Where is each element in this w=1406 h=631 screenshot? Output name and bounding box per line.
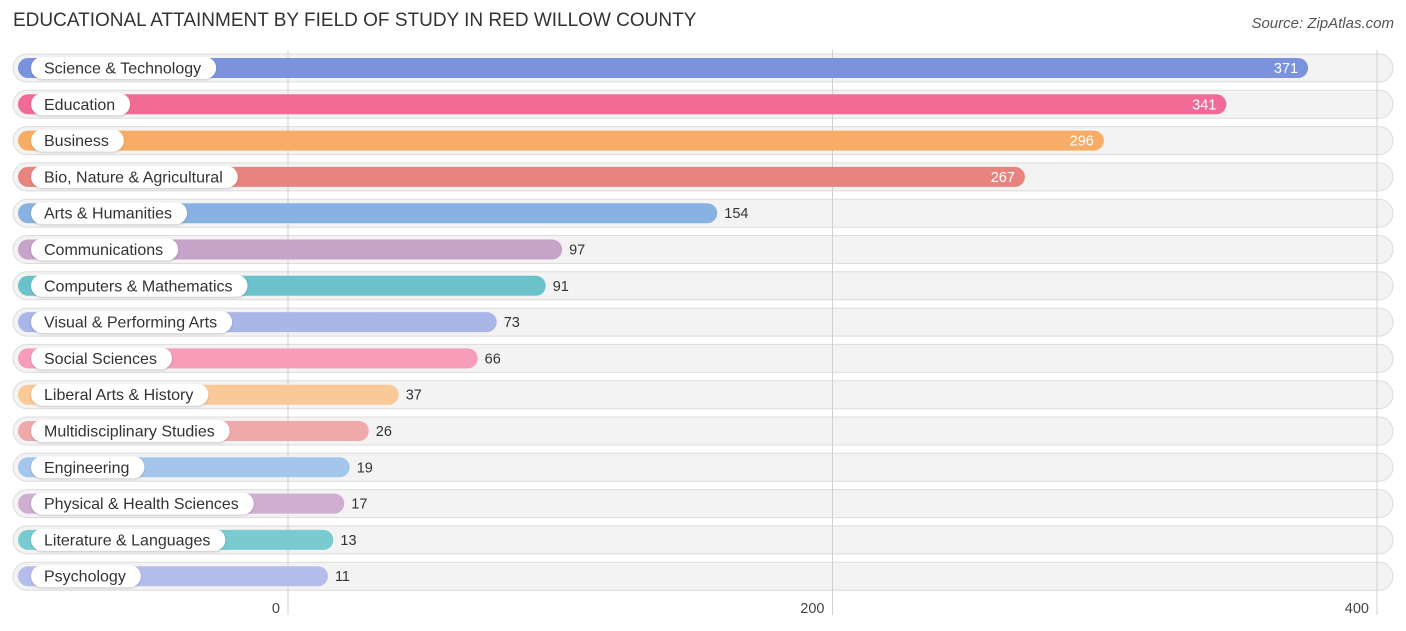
- bar-group[interactable]: Engineering 19: [18, 456, 373, 479]
- bar-group[interactable]: Communications 97: [18, 238, 585, 261]
- x-tick-label: 0: [272, 601, 280, 617]
- category-label: Visual & Performing Arts: [44, 315, 217, 332]
- bar[interactable]: [18, 94, 1227, 115]
- category-label: Science & Technology: [44, 61, 201, 78]
- category-label: Literature & Languages: [44, 532, 210, 549]
- value-label: 296: [1070, 134, 1094, 150]
- value-label: 371: [1274, 61, 1298, 77]
- bar-group[interactable]: Visual & Performing Arts 73: [18, 311, 520, 334]
- x-tick-label: 200: [800, 601, 824, 617]
- category-label: Psychology: [44, 569, 126, 586]
- value-label: 66: [485, 351, 501, 367]
- value-label: 73: [504, 315, 520, 331]
- bar-group[interactable]: Multidisciplinary Studies 26: [18, 420, 392, 442]
- value-label: 13: [340, 533, 356, 549]
- category-label: Multidisciplinary Studies: [44, 424, 215, 441]
- value-label: 17: [351, 497, 367, 513]
- category-label: Business: [44, 133, 109, 150]
- category-label: Liberal Arts & History: [44, 387, 193, 404]
- category-label: Arts & Humanities: [44, 206, 172, 223]
- value-label: 26: [376, 424, 392, 440]
- bar-group[interactable]: Bio, Nature & Agricultural 267: [18, 165, 1025, 188]
- category-label: Communications: [44, 242, 163, 259]
- value-label: 19: [357, 460, 373, 476]
- category-label: Social Sciences: [44, 351, 157, 368]
- bar-group[interactable]: Psychology 11: [18, 565, 350, 588]
- category-label: Computers & Mathematics: [44, 278, 233, 295]
- bar-group[interactable]: Social Sciences 66: [18, 347, 501, 370]
- value-label: 37: [406, 388, 422, 404]
- category-label: Physical & Health Sciences: [44, 496, 239, 513]
- value-label: 154: [724, 206, 748, 222]
- bar-group[interactable]: Science & Technology 371: [18, 57, 1309, 79]
- category-label: Engineering: [44, 460, 129, 477]
- category-label: Education: [44, 97, 115, 114]
- value-label: 11: [335, 569, 350, 585]
- axis-ticks: 0 200 400: [272, 601, 1369, 617]
- bar-group[interactable]: Physical & Health Sciences 17: [18, 492, 367, 515]
- category-label: Bio, Nature & Agricultural: [44, 169, 223, 186]
- x-tick-label: 400: [1345, 601, 1369, 617]
- bar-chart: Science & Technology 371 Education 341 Busin…: [12, 50, 1394, 617]
- bar[interactable]: [18, 130, 1104, 151]
- bar-group[interactable]: Literature & Languages 13: [18, 528, 357, 551]
- bar-group[interactable]: Business 296: [18, 129, 1104, 152]
- bar-group[interactable]: Computers & Mathematics 91: [18, 274, 569, 297]
- value-label: 97: [569, 243, 585, 259]
- value-label: 341: [1192, 97, 1216, 113]
- value-label: 267: [991, 170, 1015, 186]
- bar-group[interactable]: Education 341: [18, 93, 1227, 116]
- value-label: 91: [553, 279, 569, 295]
- bar-group[interactable]: Arts & Humanities 154: [18, 202, 748, 225]
- bar-group[interactable]: Liberal Arts & History 37: [18, 383, 422, 406]
